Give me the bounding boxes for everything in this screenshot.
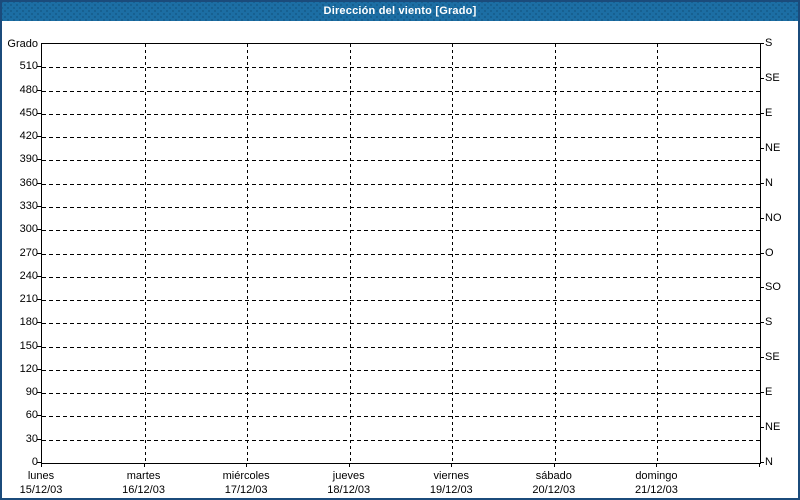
y-tick-label: 60 xyxy=(4,409,38,421)
y-axis-tick-right xyxy=(760,357,764,358)
compass-label: SE xyxy=(765,72,780,84)
y-axis-tick-right xyxy=(760,287,764,288)
grid-line-horizontal xyxy=(42,323,760,324)
grid-line-horizontal xyxy=(42,254,760,255)
grid-line-horizontal xyxy=(42,347,760,348)
y-tick-label: 390 xyxy=(4,153,38,165)
grid-line-horizontal xyxy=(42,137,760,138)
y-axis-tick-right xyxy=(760,427,764,428)
y-tick-label: 120 xyxy=(4,363,38,375)
compass-label: NE xyxy=(765,421,780,433)
y-axis-unit-label: Grado xyxy=(4,38,38,50)
grid-line-horizontal xyxy=(42,393,760,394)
x-axis-tick xyxy=(554,463,555,467)
y-axis-tick-right xyxy=(760,43,764,44)
date-label: 17/12/03 xyxy=(196,484,296,496)
y-tick-label: 240 xyxy=(4,270,38,282)
day-label: viernes xyxy=(401,470,501,482)
grid-line-horizontal xyxy=(42,160,760,161)
y-axis-tick-right xyxy=(760,148,764,149)
grid-line-horizontal xyxy=(42,207,760,208)
day-label: sábado xyxy=(504,470,604,482)
y-axis-tick-right xyxy=(760,183,764,184)
date-label: 16/12/03 xyxy=(94,484,194,496)
compass-label: NO xyxy=(765,212,782,224)
x-axis-tick xyxy=(349,463,350,467)
grid-line-vertical xyxy=(145,44,146,463)
chart-title-bar: Dirección del viento [Grado] xyxy=(2,2,798,21)
compass-label: E xyxy=(765,386,772,398)
y-axis-tick-right xyxy=(760,253,764,254)
y-tick-label: 420 xyxy=(4,130,38,142)
compass-label: S xyxy=(765,316,772,328)
y-tick-label: 270 xyxy=(4,247,38,259)
date-label: 18/12/03 xyxy=(299,484,399,496)
y-tick-label: 360 xyxy=(4,177,38,189)
grid-line-horizontal xyxy=(42,114,760,115)
compass-label: N xyxy=(765,456,773,468)
y-axis-tick-right xyxy=(760,78,764,79)
compass-label: O xyxy=(765,247,774,259)
y-tick-label: 180 xyxy=(4,316,38,328)
y-tick-label: 480 xyxy=(4,84,38,96)
y-axis-tick-right xyxy=(760,322,764,323)
y-tick-label: 0 xyxy=(4,456,38,468)
day-label: martes xyxy=(94,470,194,482)
grid-line-horizontal xyxy=(42,370,760,371)
grid-line-horizontal xyxy=(42,67,760,68)
x-axis-tick xyxy=(144,463,145,467)
grid-line-horizontal xyxy=(42,300,760,301)
date-label: 20/12/03 xyxy=(504,484,604,496)
date-label: 15/12/03 xyxy=(0,484,91,496)
y-tick-label: 90 xyxy=(4,386,38,398)
y-axis-tick-right xyxy=(760,113,764,114)
grid-line-horizontal xyxy=(42,277,760,278)
grid-line-vertical xyxy=(350,44,351,463)
date-label: 21/12/03 xyxy=(606,484,706,496)
day-label: jueves xyxy=(299,470,399,482)
y-tick-label: 450 xyxy=(4,107,38,119)
x-axis-tick xyxy=(759,463,760,467)
y-tick-label: 330 xyxy=(4,200,38,212)
day-label: lunes xyxy=(0,470,91,482)
chart-window: Dirección del viento [Grado] Grado 0 30 60… xyxy=(0,0,800,500)
plot-area xyxy=(41,43,761,464)
y-tick-label: 510 xyxy=(4,60,38,72)
grid-line-vertical xyxy=(657,44,658,463)
y-tick-label: 300 xyxy=(4,223,38,235)
y-tick-label: 210 xyxy=(4,293,38,305)
compass-label: SE xyxy=(765,351,780,363)
grid-line-vertical xyxy=(555,44,556,463)
grid-line-vertical xyxy=(247,44,248,463)
day-label: miércoles xyxy=(196,470,296,482)
y-tick-label: 150 xyxy=(4,340,38,352)
grid-line-horizontal xyxy=(42,184,760,185)
compass-label: E xyxy=(765,107,772,119)
compass-label: NE xyxy=(765,142,780,154)
x-axis-tick xyxy=(656,463,657,467)
day-label: domingo xyxy=(606,470,706,482)
y-axis-tick-right xyxy=(760,462,764,463)
x-axis-tick xyxy=(41,463,42,467)
compass-label: N xyxy=(765,177,773,189)
date-label: 19/12/03 xyxy=(401,484,501,496)
y-tick-label: 30 xyxy=(4,433,38,445)
grid-line-horizontal xyxy=(42,230,760,231)
chart-title: Dirección del viento [Grado] xyxy=(324,5,477,17)
compass-label: S xyxy=(765,37,772,49)
x-axis-tick xyxy=(451,463,452,467)
y-axis-tick-right xyxy=(760,218,764,219)
y-axis-tick-right xyxy=(760,392,764,393)
compass-label: SO xyxy=(765,281,781,293)
grid-line-horizontal xyxy=(42,440,760,441)
grid-line-horizontal xyxy=(42,91,760,92)
grid-line-vertical xyxy=(452,44,453,463)
grid-line-horizontal xyxy=(42,416,760,417)
x-axis-tick xyxy=(246,463,247,467)
